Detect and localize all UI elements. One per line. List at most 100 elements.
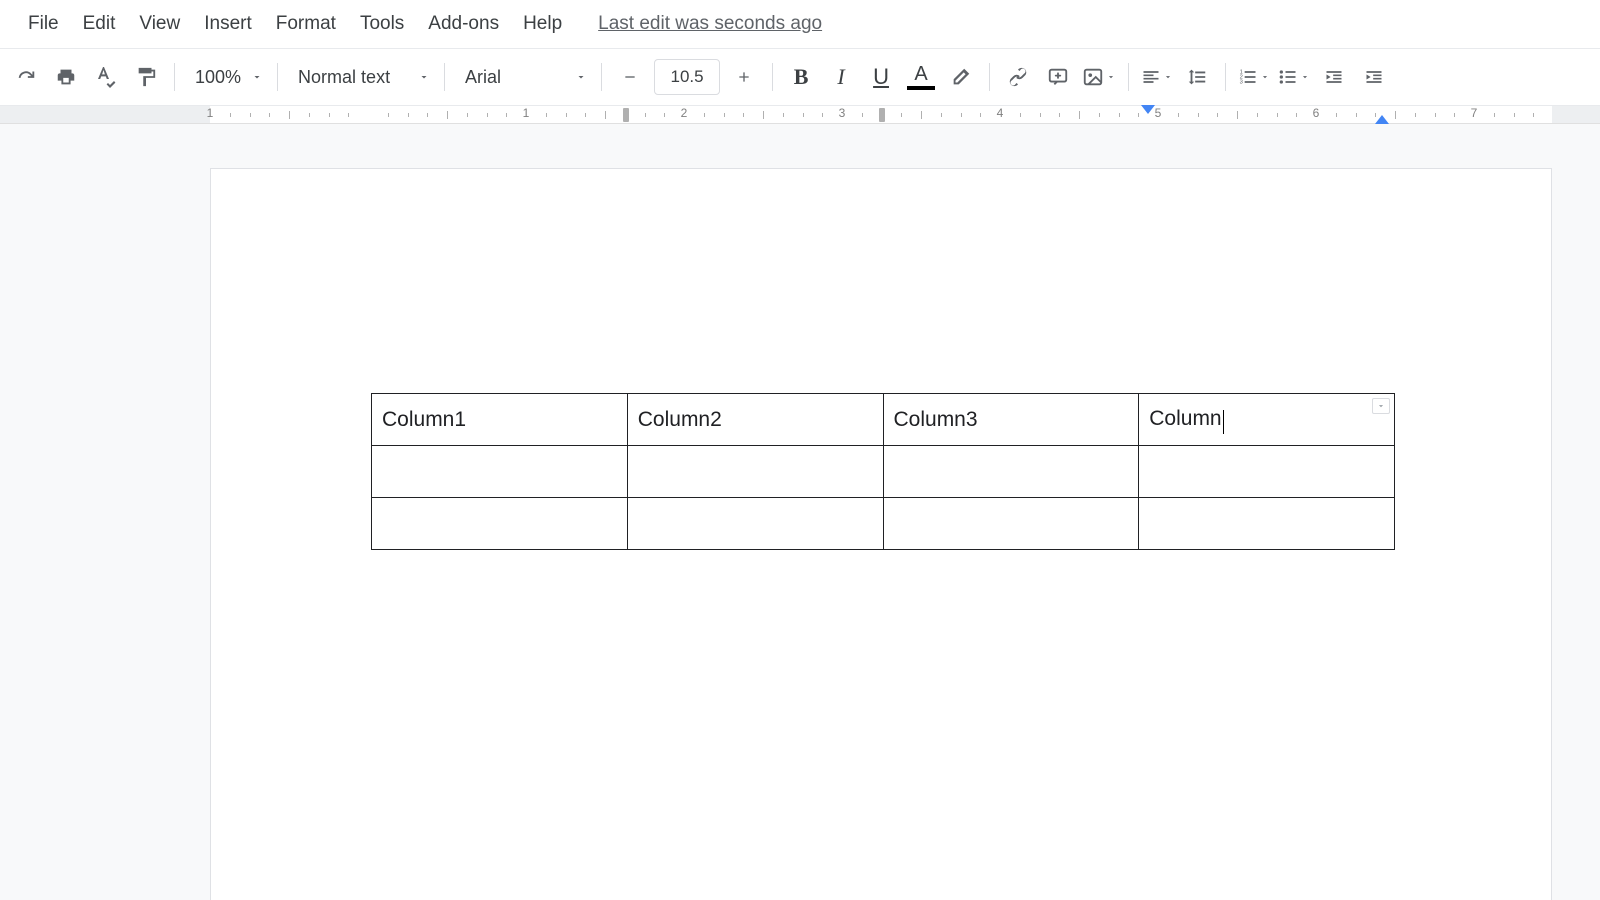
spellcheck-button[interactable] xyxy=(88,59,124,95)
ruler-number: 2 xyxy=(681,106,688,120)
ruler-tick xyxy=(1237,111,1238,119)
ruler-tick xyxy=(585,113,586,117)
font-size-input[interactable]: 10.5 xyxy=(654,59,720,95)
paint-format-button[interactable] xyxy=(128,59,164,95)
ruler-tick xyxy=(487,113,488,117)
ruler-tick xyxy=(783,113,784,117)
menu-addons[interactable]: Add-ons xyxy=(416,7,511,41)
table-cell[interactable] xyxy=(883,446,1139,498)
ruler-tick xyxy=(1059,113,1060,117)
chevron-down-icon xyxy=(1300,72,1310,82)
table-cell[interactable] xyxy=(883,498,1139,550)
chevron-down-icon xyxy=(418,71,430,83)
text-color-button[interactable]: A xyxy=(903,59,939,95)
underline-button[interactable]: U xyxy=(863,59,899,95)
link-icon xyxy=(1007,66,1029,88)
bulleted-list-button[interactable] xyxy=(1276,59,1312,95)
table-cell[interactable]: Column2 xyxy=(627,394,883,446)
ruler-tick xyxy=(289,111,290,119)
cell-text: Column3 xyxy=(894,408,978,431)
menu-help[interactable]: Help xyxy=(511,7,574,41)
table-cell[interactable] xyxy=(627,498,883,550)
print-button[interactable] xyxy=(48,59,84,95)
minus-icon xyxy=(622,69,638,85)
italic-button[interactable]: I xyxy=(823,59,859,95)
redo-icon xyxy=(15,66,37,88)
paragraph-style-dropdown[interactable]: Normal text xyxy=(286,59,436,95)
redo-button[interactable] xyxy=(8,59,44,95)
ruler-tick xyxy=(1020,113,1021,117)
table-cell[interactable]: Column xyxy=(1139,394,1395,446)
print-icon xyxy=(55,66,77,88)
table-row xyxy=(372,446,1395,498)
horizontal-ruler[interactable]: 1 1 2 3 4 5 6 7 xyxy=(0,106,1600,124)
table-cell[interactable] xyxy=(627,446,883,498)
underline-icon: U xyxy=(873,64,889,90)
ruler-tick xyxy=(724,113,725,117)
ruler-tick xyxy=(427,113,428,117)
document-table[interactable]: Column1 Column2 Column3 Column xyxy=(371,393,1395,550)
ruler-tick xyxy=(1336,113,1337,117)
insert-image-button[interactable] xyxy=(1080,59,1118,95)
ruler-tick xyxy=(1178,113,1179,117)
table-cell[interactable] xyxy=(372,446,628,498)
numbered-list-button[interactable]: 123 xyxy=(1236,59,1272,95)
font-size-value: 10.5 xyxy=(671,67,704,87)
ruler-tick xyxy=(250,113,251,117)
ruler-number: 5 xyxy=(1155,106,1162,120)
table-row: Column1 Column2 Column3 Column xyxy=(372,394,1395,446)
table-column-marker[interactable] xyxy=(623,108,629,122)
first-line-indent-marker[interactable] xyxy=(1141,105,1155,114)
last-edit-status[interactable]: Last edit was seconds ago xyxy=(598,13,822,35)
plus-icon xyxy=(736,69,752,85)
ruler-tick xyxy=(1533,113,1534,117)
chevron-down-icon xyxy=(1106,72,1116,82)
toolbar-separator xyxy=(601,63,602,91)
table-column-marker[interactable] xyxy=(879,108,885,122)
ruler-tick xyxy=(388,113,389,117)
ruler-tick xyxy=(980,113,981,117)
ruler-tick xyxy=(309,113,310,117)
ruler-tick xyxy=(506,113,507,117)
paragraph-style-value: Normal text xyxy=(298,67,390,88)
ruler-tick xyxy=(230,113,231,117)
ruler-tick xyxy=(1494,113,1495,117)
bold-button[interactable]: B xyxy=(783,59,819,95)
zoom-dropdown[interactable]: 100% xyxy=(183,59,269,95)
svg-text:3: 3 xyxy=(1240,80,1243,86)
ruler-tick xyxy=(348,113,349,117)
ruler-tick xyxy=(1040,113,1041,117)
document-page[interactable]: Column1 Column2 Column3 Column xyxy=(210,168,1552,900)
table-cell[interactable]: Column1 xyxy=(372,394,628,446)
menu-insert[interactable]: Insert xyxy=(192,7,264,41)
insert-link-button[interactable] xyxy=(1000,59,1036,95)
decrease-indent-button[interactable] xyxy=(1316,59,1352,95)
ruler-tick xyxy=(329,113,330,117)
add-comment-button[interactable] xyxy=(1040,59,1076,95)
table-cell[interactable]: Column3 xyxy=(883,394,1139,446)
line-spacing-button[interactable] xyxy=(1179,59,1215,95)
table-cell[interactable] xyxy=(1139,498,1395,550)
menu-bar: File Edit View Insert Format Tools Add-o… xyxy=(0,0,1600,48)
menu-edit[interactable]: Edit xyxy=(71,7,128,41)
highlight-color-button[interactable] xyxy=(943,59,979,95)
decrease-font-size-button[interactable] xyxy=(612,59,648,95)
menu-view[interactable]: View xyxy=(127,7,192,41)
increase-indent-button[interactable] xyxy=(1356,59,1392,95)
right-indent-marker[interactable] xyxy=(1375,115,1389,124)
highlight-icon xyxy=(950,66,972,88)
font-family-dropdown[interactable]: Arial xyxy=(453,59,593,95)
menu-tools[interactable]: Tools xyxy=(348,7,416,41)
ruler-tick xyxy=(408,113,409,117)
ruler-tick xyxy=(467,113,468,117)
chevron-down-icon xyxy=(1376,401,1386,411)
comment-icon xyxy=(1047,66,1069,88)
ruler-tick xyxy=(1395,111,1396,119)
table-cell[interactable] xyxy=(1139,446,1395,498)
menu-file[interactable]: File xyxy=(16,7,71,41)
increase-font-size-button[interactable] xyxy=(726,59,762,95)
menu-format[interactable]: Format xyxy=(264,7,348,41)
table-cell[interactable] xyxy=(372,498,628,550)
table-cell-options-button[interactable] xyxy=(1372,398,1390,414)
align-button[interactable] xyxy=(1139,59,1175,95)
